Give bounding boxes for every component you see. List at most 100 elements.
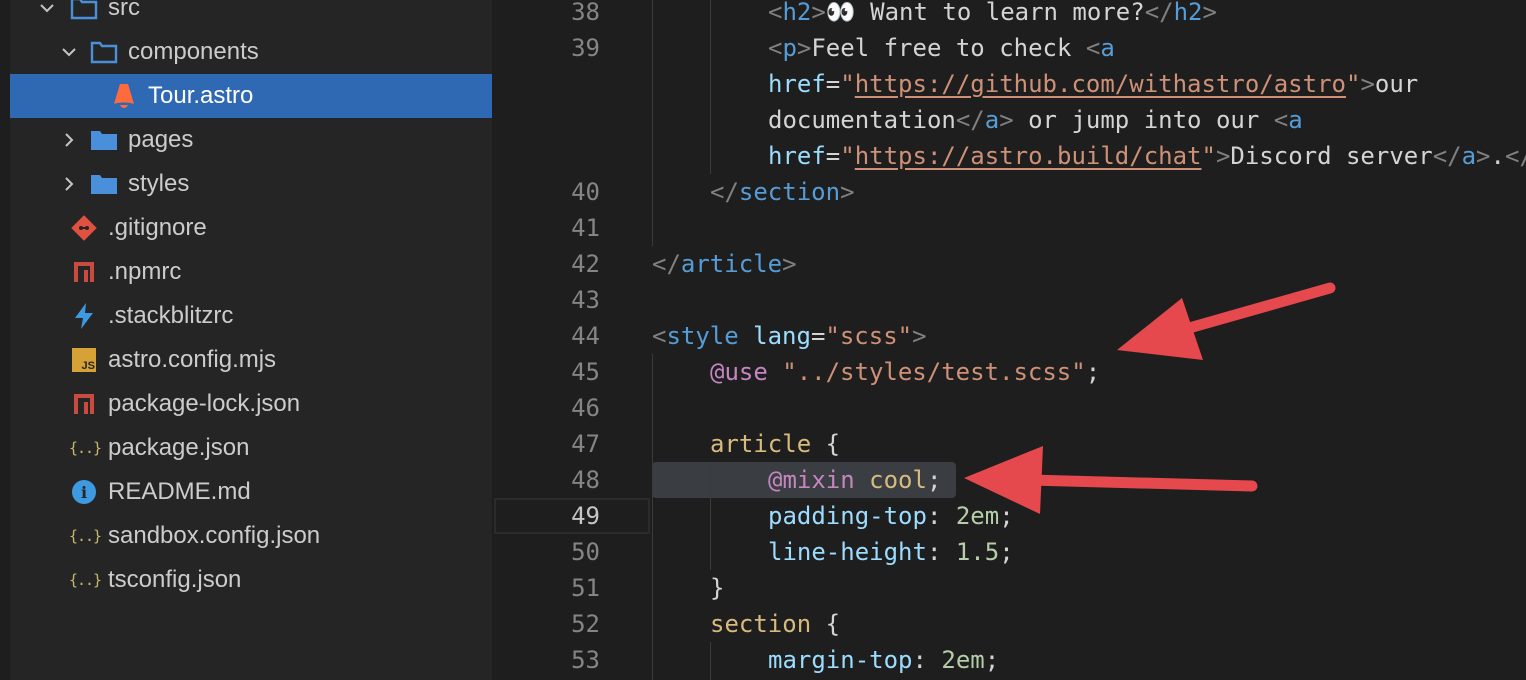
json-icon-text: {..}: [68, 571, 102, 589]
line-number[interactable]: 50: [492, 534, 600, 570]
line-number[interactable]: 53: [492, 642, 600, 678]
tree-label: .npmrc: [108, 258, 182, 285]
tree-file-tsconfig[interactable]: {..} tsconfig.json: [10, 558, 492, 602]
tree-file-package-lock[interactable]: package-lock.json: [10, 382, 492, 426]
tree-label: Tour.astro: [148, 82, 254, 109]
line-number[interactable]: 41: [492, 210, 600, 246]
tree-folder-src[interactable]: src: [10, 0, 492, 30]
npm-icon: [70, 390, 98, 418]
tree-file-package-json[interactable]: {..} package.json: [10, 426, 492, 470]
code-token: style: [666, 322, 739, 350]
code-token: ;: [999, 538, 1014, 566]
code-token: line-height: [768, 538, 927, 566]
code-line[interactable]: href="https://astro.build/chat">Discord …: [768, 138, 1526, 174]
line-number[interactable]: 47: [492, 426, 600, 462]
code-token: "../styles/test.scss": [782, 358, 1086, 386]
code-token: ": [840, 142, 855, 170]
line-number[interactable]: [492, 138, 600, 174]
json-braces-icon: {..}: [68, 434, 102, 462]
code-line[interactable]: href="https://github.com/withastro/astro…: [768, 66, 1418, 102]
code-line[interactable]: <p>Feel free to check <a: [768, 30, 1115, 66]
code-token: ;: [984, 646, 1000, 674]
line-number[interactable]: [492, 66, 600, 102]
chevron-right-icon[interactable]: [58, 173, 80, 195]
code-line[interactable]: }: [710, 570, 724, 606]
tree-file-tour-astro[interactable]: Tour.astro: [10, 74, 492, 118]
tree-file-sandbox-config[interactable]: {..} sandbox.config.json: [10, 514, 492, 558]
tree-file-npmrc[interactable]: .npmrc: [10, 250, 492, 294]
line-number[interactable]: 49: [492, 498, 600, 534]
line-number[interactable]: 43: [492, 282, 600, 318]
code-line[interactable]: line-height: 1.5;: [768, 534, 1014, 570]
code-token: {: [811, 610, 841, 638]
code-line[interactable]: @use "../styles/test.scss";: [710, 354, 1100, 390]
indent-guide: [710, 642, 711, 680]
chevron-right-icon[interactable]: [58, 129, 80, 151]
code-token: article: [710, 430, 812, 458]
indent-guide: [652, 354, 653, 680]
chevron-down-icon[interactable]: [58, 41, 80, 63]
code-line[interactable]: article {: [710, 426, 840, 462]
json-braces-icon: {..}: [68, 566, 102, 594]
code-token: =: [825, 142, 841, 170]
code-line[interactable]: margin-top: 2em;: [768, 642, 999, 678]
line-number[interactable]: 46: [492, 390, 600, 426]
line-number[interactable]: 51: [492, 570, 600, 606]
line-number[interactable]: 44: [492, 318, 600, 354]
code-token: 2em: [941, 646, 985, 674]
code-token: >: [999, 106, 1014, 134]
js-icon-text: JS: [81, 360, 95, 372]
code-token: ;: [926, 466, 942, 494]
line-number[interactable]: 40: [492, 174, 600, 210]
line-number[interactable]: 48: [492, 462, 600, 498]
line-number[interactable]: 45: [492, 354, 600, 390]
code-line[interactable]: </article>: [652, 246, 797, 282]
code-line[interactable]: documentation</a> or jump into our <a: [768, 102, 1303, 138]
tree-file-readme[interactable]: i README.md: [10, 470, 492, 514]
line-number[interactable]: [492, 102, 600, 138]
code-token: }: [710, 574, 725, 602]
code-token: >: [811, 0, 826, 26]
tree-label: src: [108, 0, 140, 21]
code-token: </: [1144, 0, 1174, 26]
tree-label: package.json: [108, 434, 250, 461]
line-number[interactable]: 38: [492, 0, 600, 30]
tree-folder-pages[interactable]: pages: [10, 118, 492, 162]
code-token: ;: [1085, 358, 1101, 386]
code-line[interactable]: @mixin cool;: [768, 462, 941, 498]
code-token: >: [1360, 70, 1375, 98]
code-token: padding-top: [768, 502, 927, 530]
code-line[interactable]: section {: [710, 606, 840, 642]
tree-label: pages: [128, 126, 194, 153]
code-line[interactable]: </section>: [710, 174, 855, 210]
code-token: h2: [1173, 0, 1203, 26]
tree-file-gitignore[interactable]: .gitignore: [10, 206, 492, 250]
tree-folder-components[interactable]: components: [10, 30, 492, 74]
chevron-down-icon[interactable]: [36, 0, 58, 19]
astro-icon: [110, 82, 138, 110]
code-token: 2em: [955, 502, 1000, 530]
code-line[interactable]: <style lang="scss">: [652, 318, 927, 354]
code-token: lang: [753, 322, 811, 350]
code-token: <: [1273, 106, 1289, 134]
code-token: <: [1085, 34, 1101, 62]
code-editor[interactable]: 38 39 40 41 42 43 44 45 46 47 48 49 50 51 52 53 <h2>👀 W…: [492, 0, 1526, 680]
code-line[interactable]: <h2>👀 Want to learn more?</h2>: [768, 0, 1217, 30]
tree-folder-styles[interactable]: styles: [10, 162, 492, 206]
code-token: ": [1345, 70, 1361, 98]
code-token: @mixin: [768, 466, 855, 494]
line-number[interactable]: 39: [492, 30, 600, 66]
tree-file-astro-config[interactable]: JS astro.config.mjs: [10, 338, 492, 382]
line-number[interactable]: 52: [492, 606, 600, 642]
folder-open-icon: [70, 0, 98, 22]
code-token: >: [1202, 0, 1217, 26]
code-line[interactable]: padding-top: 2em;: [768, 498, 1014, 534]
code-token: or jump into our: [1013, 106, 1274, 134]
code-token: 👀 Want to learn more?: [825, 0, 1145, 26]
code-token: :: [926, 538, 956, 566]
tree-file-stackblitzrc[interactable]: .stackblitzrc: [10, 294, 492, 338]
code-token: Discord server: [1230, 142, 1433, 170]
line-number[interactable]: 42: [492, 246, 600, 282]
code-token: =: [810, 322, 826, 350]
